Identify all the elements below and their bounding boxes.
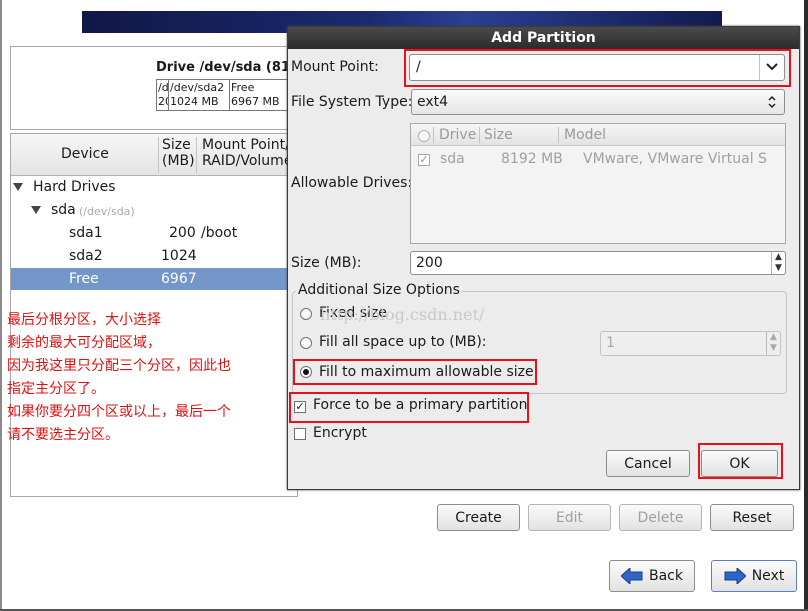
mount-point-highlight [404, 49, 791, 87]
fill-up-to-spinbox[interactable]: 1 ▲ ▼ [600, 331, 781, 356]
segment-size: 6967 MB [231, 95, 280, 108]
annotation-text: 最后分根分区，大小选择 剩余的最大可分配区域， 因为我这里只分配三个分区，因此也… [7, 309, 299, 447]
table-row-size: 1024 [161, 248, 197, 264]
spin-up-icon[interactable]: ▲ [767, 332, 780, 343]
size-label: Size (MB): [291, 255, 362, 271]
fs-type-select[interactable]: ext4 [411, 89, 785, 115]
column-mount-line1: Mount Point/ [202, 137, 290, 153]
annotation-line: 最后分根分区，大小选择 [7, 312, 161, 328]
column-size-line2: (MB) [162, 153, 195, 169]
drives-column-model[interactable]: Model [564, 127, 606, 143]
spin-down-icon[interactable]: ▼ [772, 263, 785, 274]
drive-title: Drive /dev/sda (819 [156, 60, 299, 75]
table-row-device[interactable]: sda1 [69, 225, 103, 241]
segment-size: 20 [158, 95, 168, 108]
column-divider [479, 127, 480, 143]
drives-column-size[interactable]: Size [484, 127, 513, 143]
next-arrow-icon [724, 568, 746, 584]
drive-checkbox[interactable]: ✓ [418, 154, 430, 166]
column-divider [433, 127, 434, 143]
edit-button[interactable]: Edit [528, 504, 611, 531]
annotation-line: 指定主分区了。 [7, 381, 105, 397]
column-divider [558, 127, 559, 143]
selected-row-highlight [11, 268, 297, 290]
column-size-line1: Size [162, 137, 191, 153]
column-mount-line2: RAID/Volume [202, 153, 293, 169]
annotation-line: 剩余的最大可分配区域， [7, 335, 161, 351]
size-spin-buttons[interactable]: ▲ ▼ [771, 252, 785, 274]
fill-up-to-label[interactable]: Fill all space up to (MB): [319, 334, 487, 350]
table-row-mount: /boot [201, 225, 238, 241]
primary-highlight [289, 392, 529, 423]
segment-name: Free [231, 81, 255, 94]
drive-row-model: VMware, VMware Virtual S [583, 151, 767, 167]
segment-name: /d [158, 81, 169, 94]
back-button[interactable]: Back [609, 560, 695, 592]
encrypt-checkbox[interactable] [294, 428, 306, 440]
table-row-device[interactable]: Free [69, 271, 99, 287]
cancel-button[interactable]: Cancel [606, 450, 690, 477]
ok-highlight [698, 443, 783, 479]
size-value: 200 [416, 255, 443, 271]
dialog-title: Add Partition [288, 27, 799, 49]
segment-size: 1024 MB [170, 95, 219, 108]
fixed-size-radio[interactable] [300, 308, 312, 320]
spin-up-icon[interactable]: ▲ [772, 252, 785, 263]
window-frame-right [804, 0, 808, 611]
next-label: Next [751, 568, 785, 584]
column-device[interactable]: Device [61, 146, 109, 162]
fill-max-highlight [293, 359, 537, 385]
annotation-line: 如果你要分四个区或以上，最后一个 [7, 404, 231, 420]
next-button[interactable]: Next [711, 560, 797, 592]
allowable-drives-label: Allowable Drives: [291, 175, 413, 191]
drives-select-all-icon [418, 130, 430, 142]
back-label: Back [649, 568, 683, 584]
window-frame-left [0, 0, 2, 611]
tree-group-hard-drives[interactable]: Hard Drives [33, 179, 116, 195]
drive-row-name: sda [440, 151, 465, 167]
drives-column-drive[interactable]: Drive [439, 127, 476, 143]
delete-button[interactable]: Delete [619, 504, 702, 531]
table-row-device[interactable]: sda2 [69, 248, 103, 264]
encrypt-label[interactable]: Encrypt [313, 425, 367, 441]
updown-icon [768, 95, 776, 109]
fill-up-to-spin-buttons[interactable]: ▲ ▼ [766, 332, 780, 355]
segment-name: /dev/sda2 [170, 81, 225, 94]
tree-disk-name[interactable]: sda [51, 202, 76, 218]
reset-button[interactable]: Reset [710, 504, 794, 531]
spin-down-icon[interactable]: ▼ [767, 343, 780, 354]
table-row-size: 200 [169, 225, 196, 241]
expander-arrow-icon[interactable] [13, 183, 23, 191]
column-divider [196, 137, 197, 173]
expander-arrow-icon[interactable] [31, 206, 41, 214]
fs-type-label: File System Type: [291, 94, 413, 110]
create-button[interactable]: Create [437, 504, 520, 531]
annotation-line: 请不要选主分区。 [7, 427, 119, 443]
back-arrow-icon [621, 568, 643, 584]
size-spinbox[interactable]: 200 ▲ ▼ [410, 251, 786, 275]
column-divider [158, 137, 159, 173]
table-row-size: 6967 [161, 271, 197, 287]
size-options-title: Additional Size Options [296, 282, 462, 298]
column-size[interactable]: Size (MB) [162, 137, 195, 169]
drive-row-size: 8192 MB [501, 151, 563, 167]
fill-up-to-radio[interactable] [300, 337, 312, 349]
watermark-text: http://blog.csdn.net/ [320, 305, 485, 324]
column-mount[interactable]: Mount Point/ RAID/Volume [202, 137, 292, 169]
drive-segment-sda2[interactable]: /dev/sda2 1024 MB [168, 79, 230, 111]
mount-point-label: Mount Point: [291, 59, 379, 75]
fill-up-to-value: 1 [606, 335, 615, 351]
fs-type-value: ext4 [417, 94, 449, 110]
tree-disk-path: (/dev/sda) [79, 205, 135, 218]
annotation-line: 因为我这里只分配三个分区，因此也 [7, 358, 231, 374]
drive-segment-free[interactable]: Free 6967 MB [229, 79, 289, 111]
